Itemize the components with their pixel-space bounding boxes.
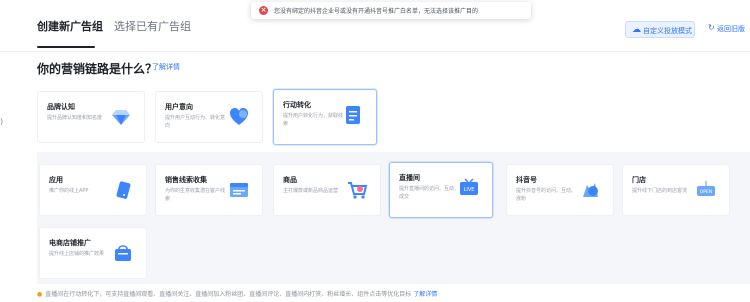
tab-create-new-ad-group[interactable]: 创建新广告组 (37, 18, 103, 34)
document-icon (342, 104, 364, 126)
footer-learn-more-link[interactable]: 了解详情 (413, 291, 437, 298)
open-sign-icon: OPEN (695, 179, 717, 201)
live-tv-icon: LIVE (458, 177, 480, 199)
card-title: 直播间 (399, 173, 420, 183)
card-description: 为你的生意收集潜在客户线索 (165, 187, 225, 203)
diamond-icon (110, 106, 132, 128)
goal-card-app[interactable]: 应用 推广你的线上APP (39, 164, 147, 216)
card-description: 提升品牌认知度和知名度 (47, 114, 107, 122)
form-window-icon (228, 179, 250, 201)
card-description: 推广你的线上APP (49, 187, 109, 195)
goal-card-douyin-account[interactable]: 抖音号 提升抖音号的访问、互动、涨粉 (506, 164, 614, 216)
cloud-icon: ☁ (632, 25, 641, 35)
custom-mode-label: 自定义投放模式 (643, 26, 692, 36)
location-pin-icon: ● (37, 291, 42, 298)
funnel-card-action-conversion[interactable]: 行动转化 提升用户转化行为，获取线索 (273, 89, 377, 145)
card-title: 品牌认知 (47, 102, 75, 112)
card-title: 电商店铺推广 (49, 238, 91, 248)
card-description: 提升用户转化行为，获取线索 (283, 112, 343, 128)
error-toast: × 您没有绑定的抖音企业号或没有开通抖音号推广白名单，无法选择该推广目的 (251, 2, 531, 19)
footer-text: 直播间在行动转化下，可支持直播间观看、直播间关注、直播间加入粉丝团、直播间评论、… (45, 291, 411, 298)
card-title: 商品 (283, 175, 297, 185)
svg-text:LIVE: LIVE (464, 187, 475, 193)
card-description: 提升用户互动行为、转化意向 (165, 114, 225, 130)
active-tab-indicator (37, 46, 95, 48)
goal-card-product[interactable]: 商品 主打爆款或新品商品运营 (273, 164, 381, 216)
card-description: 提升抖音号的访问、互动、涨粉 (516, 187, 576, 203)
douyin-account-icon (579, 179, 601, 201)
shopping-bag-icon (112, 242, 134, 264)
goal-card-lead-collection[interactable]: 销售线索收集 为你的生意收集潜在客户线索 (155, 164, 263, 216)
tab-select-existing-ad-group[interactable]: 选择已有广告组 (114, 18, 191, 34)
refresh-back-icon: ↻ (708, 23, 715, 32)
card-title: 行动转化 (283, 100, 311, 110)
card-title: 门店 (632, 175, 646, 185)
shopping-cart-icon (346, 179, 368, 201)
edge-marker: ) (0, 117, 3, 126)
card-description: 提升直播间的访问、互动、成交 (399, 185, 459, 201)
card-description: 主打爆款或新品商品运营 (283, 187, 343, 195)
funnel-card-brand-awareness[interactable]: 品牌认知 提升品牌认知度和知名度 (37, 91, 145, 143)
heart-icon (228, 106, 250, 128)
goal-card-ecommerce-store[interactable]: 电商店铺推广 提升线上店铺的推广效果 (39, 227, 147, 279)
mobile-app-icon (112, 179, 134, 201)
card-title: 抖音号 (516, 175, 537, 185)
marketing-funnel-heading: 你的营销链路是什么？ (37, 60, 157, 77)
goal-card-store[interactable]: 门店 提升线下门店的到店客流 OPEN (622, 164, 730, 216)
card-title: 用户意向 (165, 102, 193, 112)
footer-note: ●直播间在行动转化下，可支持直播间观看、直播间关注、直播间加入粉丝团、直播间评论… (37, 289, 437, 298)
learn-more-link[interactable]: 了解详情 (152, 62, 180, 72)
error-icon: × (259, 6, 268, 15)
card-title: 销售线索收集 (165, 175, 207, 185)
card-description: 提升线上店铺的推广效果 (49, 250, 109, 258)
goal-card-live-room[interactable]: 直播间 提升直播间的访问、互动、成交 LIVE (389, 162, 493, 218)
svg-text:OPEN: OPEN (700, 189, 712, 195)
card-description: 提升线下门店的到店客流 (632, 187, 692, 195)
back-label: 返回旧版 (717, 24, 745, 34)
toast-message: 您没有绑定的抖音企业号或没有开通抖音号推广白名单，无法选择该推广目的 (274, 6, 478, 15)
card-title: 应用 (49, 175, 63, 185)
custom-mode-button[interactable]: ☁ 自定义投放模式 (625, 21, 695, 38)
funnel-card-user-intent[interactable]: 用户意向 提升用户互动行为、转化意向 (155, 91, 263, 143)
